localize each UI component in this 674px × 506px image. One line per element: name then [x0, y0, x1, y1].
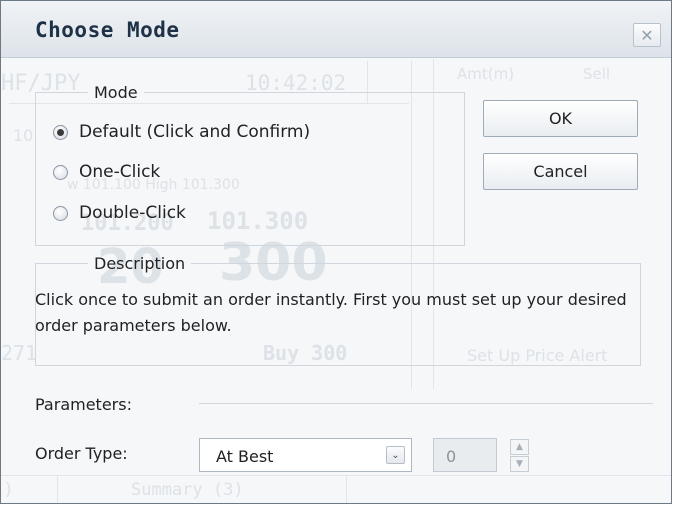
description-legend: Description [94, 254, 186, 273]
description-text: Click once to submit an order instantly.… [35, 290, 627, 335]
cancel-button[interactable]: Cancel [483, 153, 638, 190]
order-type-label: Order Type: [35, 444, 128, 463]
ok-button[interactable]: OK [483, 100, 638, 137]
parameters-divider [199, 403, 653, 404]
quantity-value: 0 [446, 447, 457, 466]
dialog-title: Choose Mode [35, 18, 180, 42]
ghost-quantity: 271 [1, 341, 38, 365]
chevron-down-icon[interactable]: ⌄ [386, 446, 405, 464]
arrow-up-icon: ▲ [516, 442, 523, 452]
ghost-sell-column: Sell [583, 65, 611, 83]
ghost-divider [346, 475, 347, 503]
mode-legend: Mode [94, 83, 138, 102]
radio-double-click[interactable]: Double-Click [53, 201, 186, 225]
close-button[interactable]: ✕ [633, 23, 661, 47]
ghost-divider [1, 475, 671, 476]
parameters-label: Parameters: [35, 395, 132, 414]
radio-unselected-icon[interactable] [53, 164, 68, 180]
radio-default-click-and-confirm[interactable]: Default (Click and Confirm) [53, 120, 310, 144]
order-type-select[interactable]: At Best ⌄ [199, 438, 412, 472]
title-bar[interactable]: Choose Mode ✕ [1, 1, 671, 58]
ghost-summary-tab: Summary (3) [131, 480, 244, 500]
ghost-left-tab: ) [5, 480, 12, 500]
radio-unselected-icon[interactable] [53, 205, 68, 221]
ghost-divider [57, 475, 58, 503]
radio-label: Double-Click [79, 203, 186, 223]
radio-label: Default (Click and Confirm) [79, 122, 311, 142]
radio-one-click[interactable]: One-Click [53, 160, 160, 184]
spin-up-button[interactable]: ▲ [510, 439, 529, 455]
quantity-input[interactable]: 0 [433, 438, 497, 472]
arrow-down-icon: ▼ [516, 459, 523, 469]
close-icon: ✕ [640, 26, 654, 45]
ghost-amount: 10 [13, 126, 34, 145]
order-type-value: At Best [216, 447, 274, 466]
spin-down-button[interactable]: ▼ [510, 456, 529, 472]
radio-label: One-Click [79, 162, 161, 182]
radio-selected-icon[interactable] [53, 124, 68, 140]
ghost-amt-column: Amt(m) [457, 65, 515, 83]
choose-mode-dialog: HF/JPY 10:42:02 Amt(m) Sell 10 w 101.100… [0, 0, 672, 504]
